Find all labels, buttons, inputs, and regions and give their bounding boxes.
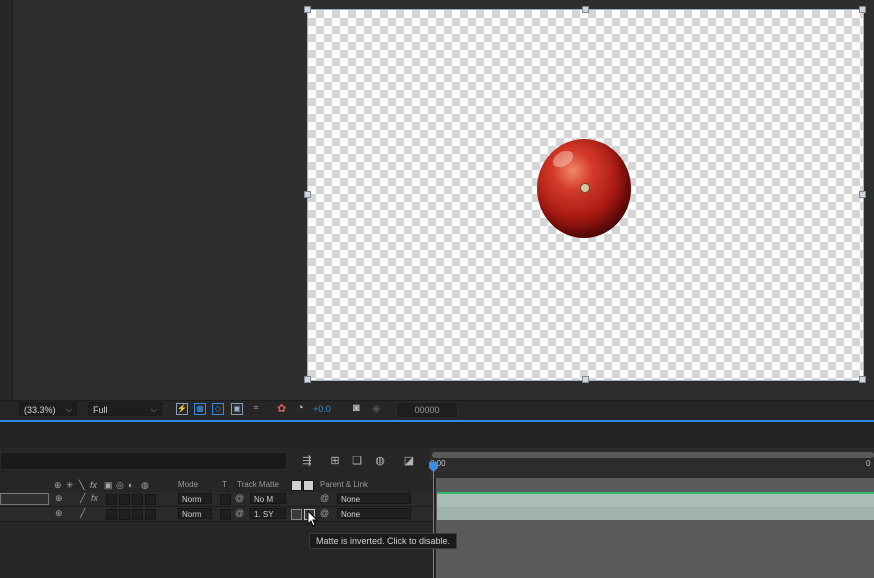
timeline-tab-bar [0, 422, 874, 448]
3d-layer-box[interactable] [145, 509, 156, 520]
chevron-down-icon: ⌵ [150, 405, 157, 414]
frame-blending-icon[interactable]: ❏ [350, 455, 364, 467]
parent-value: None [341, 510, 361, 519]
parent-value: None [341, 495, 361, 504]
chevron-down-icon: ⌵ [65, 405, 72, 414]
invert-matte-icon [303, 480, 314, 491]
layer-name-field[interactable] [0, 493, 49, 505]
transparency-grid-icon[interactable]: ▦ [194, 403, 206, 415]
collapse-switch-icon[interactable]: ✳ [66, 478, 74, 492]
layer-duration-bar[interactable] [437, 507, 874, 520]
motion-blur-box[interactable] [119, 509, 130, 520]
matte-pickwhip-icon[interactable]: @ [235, 507, 244, 519]
alpha-matte-toggle[interactable] [291, 509, 302, 520]
3d-layer-switch-icon[interactable]: ◍ [141, 478, 149, 492]
channel-icon[interactable]: ✿ [277, 402, 286, 415]
effects-icon[interactable]: fx [91, 492, 98, 504]
mode-column-label: Mode [178, 480, 199, 489]
bounding-handle-tl[interactable] [304, 6, 311, 13]
bounding-handle-br[interactable] [859, 376, 866, 383]
preserve-transparency-box[interactable] [220, 494, 231, 505]
quality-icon[interactable]: ╱ [80, 507, 85, 519]
adjustment-box[interactable] [132, 494, 143, 505]
adjustment-box[interactable] [132, 509, 143, 520]
track-matte-dropdown[interactable]: 1. SY [250, 508, 286, 519]
region-of-interest-icon[interactable]: ▣ [231, 403, 243, 415]
bounding-handle-mr[interactable] [859, 191, 866, 198]
mouse-pointer-icon [307, 510, 319, 527]
work-area-bar[interactable] [432, 452, 874, 458]
layer-search-input[interactable] [0, 452, 287, 470]
bounding-handle-bc[interactable] [582, 376, 589, 383]
exposure-value[interactable]: +0.0 [313, 404, 331, 414]
alpha-matte-icon [291, 480, 302, 491]
shy-switch-icon[interactable]: ⊕ [54, 478, 62, 492]
bounding-handle-ml[interactable] [304, 191, 311, 198]
parent-dropdown[interactable]: None [337, 508, 411, 519]
mask-visibility-icon[interactable]: ◇ [212, 403, 224, 415]
motion-blur-switch-icon[interactable]: ◎ [116, 478, 124, 492]
resolution-dropdown[interactable]: Full ⌵ [88, 402, 162, 416]
effects-switch-icon[interactable]: fx [90, 478, 97, 492]
layer-duration-bar[interactable] [437, 492, 874, 507]
mode-value: Norm [182, 510, 202, 519]
show-snapshot-icon[interactable]: ◈ [372, 402, 380, 415]
layer-row[interactable]: ⊕ ╱ Norm @ 1. SY @ None [0, 507, 434, 522]
track-matte-value: 1. SY [254, 510, 274, 519]
layer-row[interactable]: ⊕ ╱ fx Norm @ No M @ None [0, 492, 434, 507]
3d-layer-box[interactable] [145, 494, 156, 505]
quality-icon[interactable]: ╱ [80, 492, 85, 504]
bounding-handle-bl[interactable] [304, 376, 311, 383]
playhead-line[interactable] [433, 470, 434, 578]
grid-guide-icon[interactable]: ⌗ [250, 403, 262, 415]
track-matte-dropdown[interactable]: No M [250, 493, 286, 504]
matte-pickwhip-icon[interactable]: @ [235, 492, 244, 504]
shy-icon[interactable]: ⊕ [55, 492, 63, 504]
bounding-handle-tc[interactable] [582, 6, 589, 13]
shy-icon[interactable]: ⊕ [55, 507, 63, 519]
frame-blend-box[interactable] [106, 509, 117, 520]
quality-switch-icon[interactable]: ╲ [79, 478, 84, 492]
magnification-dropdown[interactable]: (33.3%) ⌵ [19, 402, 77, 416]
ruler-end-time: 0 [866, 459, 871, 468]
parent-dropdown[interactable]: None [337, 493, 411, 504]
preserve-transparency-box[interactable] [220, 509, 231, 520]
motion-blur-box[interactable] [119, 494, 130, 505]
bounding-handle-tr[interactable] [859, 6, 866, 13]
parent-pickwhip-icon[interactable]: @ [320, 492, 329, 504]
track-matte-column-label: Track Matte [237, 480, 279, 489]
current-frame-field[interactable]: 00000 [396, 402, 458, 418]
draft-3d-icon[interactable]: ⊞ [328, 455, 342, 467]
mode-value: Norm [182, 495, 202, 504]
motion-blur-icon[interactable]: ◍ [373, 455, 387, 467]
resolution-value: Full [93, 405, 108, 415]
parent-link-column-label: Parent & Link [320, 480, 369, 489]
track-matte-value: No M [254, 495, 274, 504]
exposure-reset-icon[interactable]: ◔ [297, 402, 304, 414]
mode-dropdown[interactable]: Norm [178, 493, 212, 504]
project-panel-edge [0, 0, 13, 400]
frame-blend-box[interactable] [106, 494, 117, 505]
magnification-value: (33.3%) [24, 405, 56, 415]
snapshot-camera-icon[interactable]: ◙ [353, 402, 360, 414]
frame-blend-switch-icon[interactable]: ▣ [104, 478, 113, 492]
composition-mini-flowchart-icon[interactable]: ⇶ [300, 455, 314, 467]
adjustment-switch-icon[interactable]: ◐ [128, 478, 133, 492]
fast-preview-icon[interactable]: ⚡ [176, 403, 188, 415]
parent-pickwhip-icon[interactable]: @ [320, 507, 329, 519]
t-column-label: T [222, 480, 227, 489]
matte-tooltip: Matte is inverted. Click to disable. [309, 533, 458, 549]
graph-editor-icon[interactable]: ◪ [402, 455, 416, 467]
mode-dropdown[interactable]: Norm [178, 508, 212, 519]
anchor-point-icon[interactable] [580, 183, 590, 193]
